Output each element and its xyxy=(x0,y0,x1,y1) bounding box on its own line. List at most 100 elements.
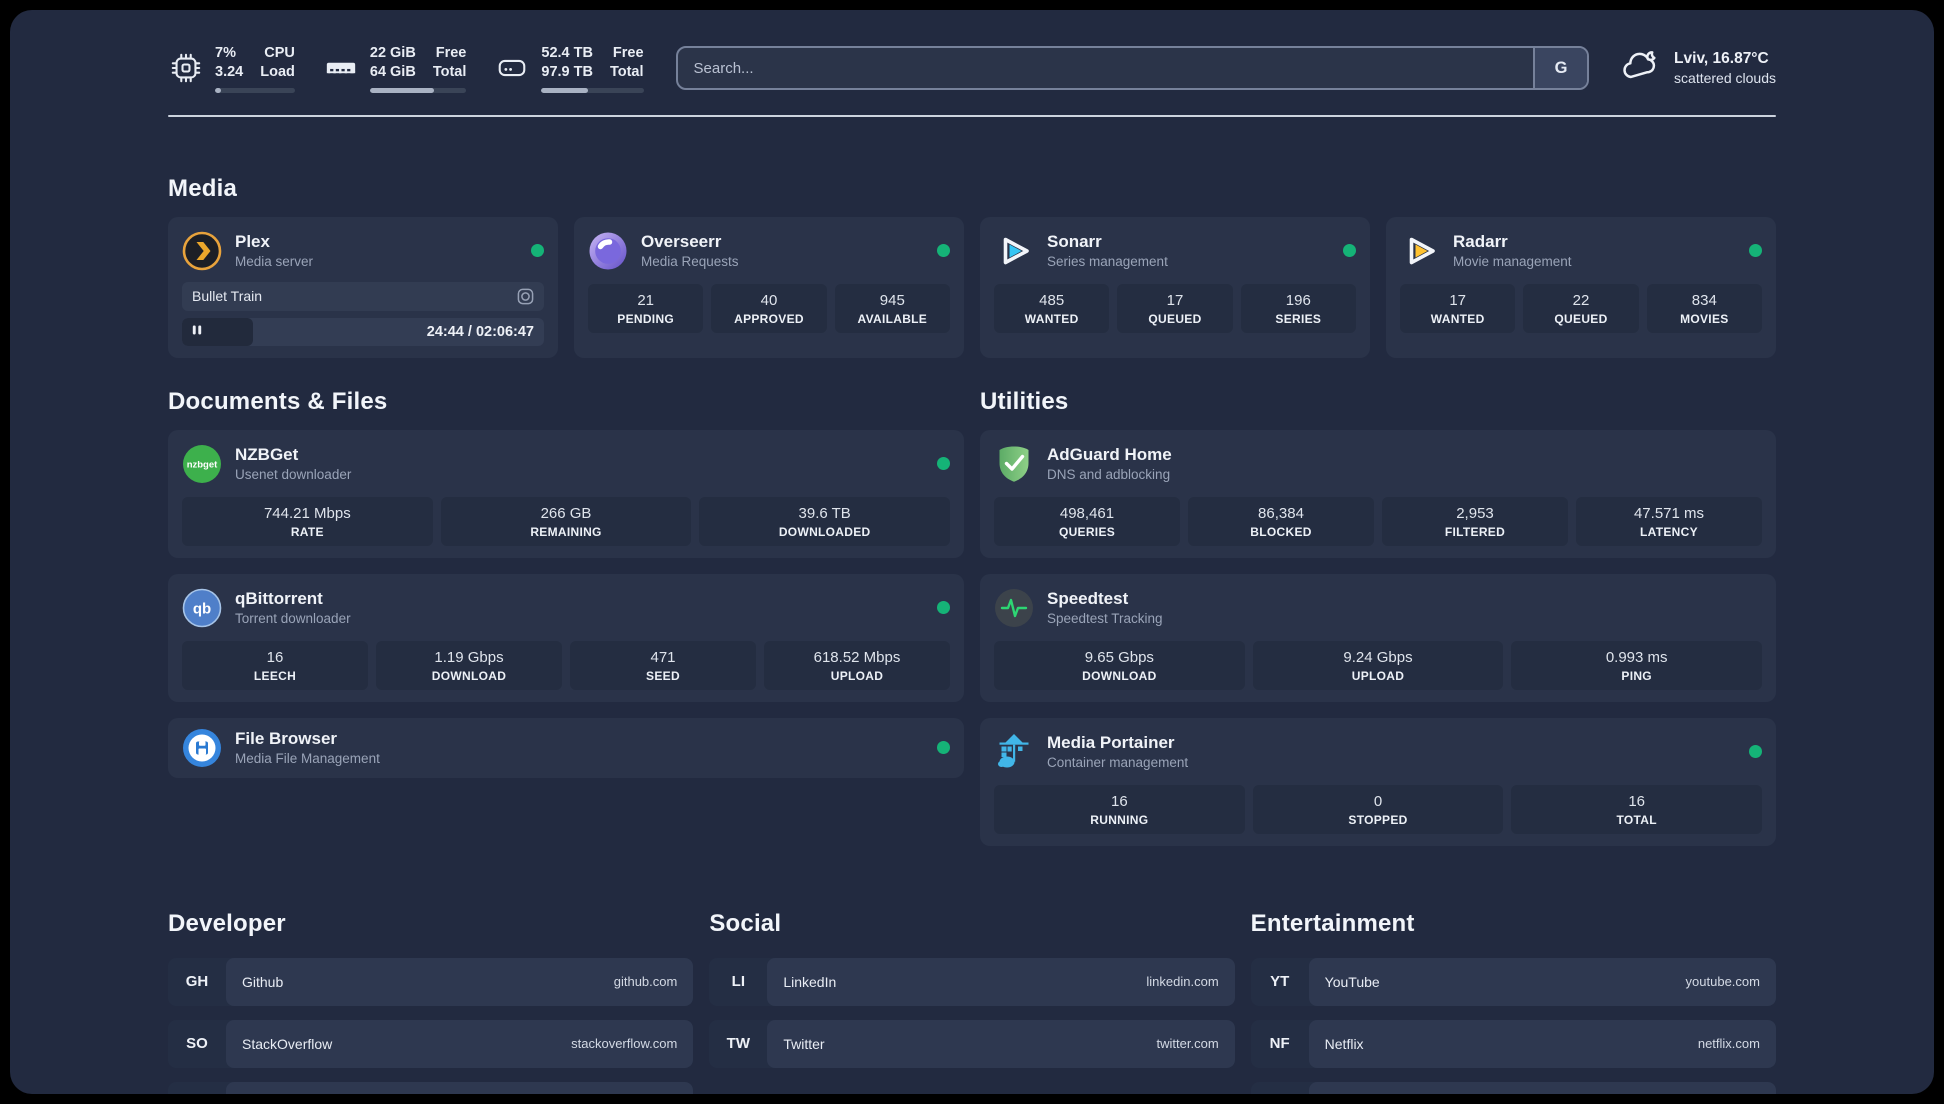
pause-icon[interactable] xyxy=(191,323,203,341)
bookmark-bar: Redditreddit.com xyxy=(1308,1081,1776,1094)
stat-labels: Free Total xyxy=(433,44,467,82)
stat-tile-wanted: 17 WANTED xyxy=(1400,283,1516,333)
bookmark-url: twitter.com xyxy=(1156,1036,1219,1052)
bookmark-bar: YouTube youtube.com xyxy=(1308,957,1776,1006)
stat-tile-remaining: 266 GB REMAINING xyxy=(440,496,692,546)
service-card-overseerr[interactable]: Overseerr Media Requests 21 PENDING 40 APPROV… xyxy=(574,216,964,358)
system-stats: 7% 3.24 CPU Load 22 GiB 64 GiB Free Total 52.4 T… xyxy=(168,44,644,93)
bookmark-linkedin[interactable]: LI LinkedIn linkedin.com xyxy=(709,957,1235,1006)
service-description: Torrent downloader xyxy=(235,611,351,627)
stat-tiles: 16 LEECH 1.19 Gbps DOWNLOAD 471 SEED 618.52 Mb… xyxy=(182,640,950,690)
bookmark-reddit[interactable]: RERedditreddit.com xyxy=(1250,1081,1776,1094)
svg-text:nzbget: nzbget xyxy=(187,459,218,470)
usage-bar-memory xyxy=(369,87,467,93)
service-card-adguard-home[interactable]: AdGuard Home DNS and adblocking 498,461 QUE… xyxy=(980,429,1776,558)
header-divider xyxy=(168,114,1776,117)
bookmark-youtube[interactable]: YT YouTube youtube.com xyxy=(1250,957,1776,1006)
stat-tile-label: SERIES xyxy=(1275,311,1322,326)
bookmark-bar: Github github.com xyxy=(226,957,694,1006)
bookmark-github[interactable]: GH Github github.com xyxy=(168,957,694,1006)
bookmark-abbr: YT xyxy=(1270,973,1290,991)
stat-tile-label: PING xyxy=(1621,668,1652,683)
service-card-speedtest[interactable]: Speedtest Speedtest Tracking 9.65 Gbps DOWN… xyxy=(980,573,1776,702)
bookmark-twitter[interactable]: TW Twitter twitter.com xyxy=(709,1019,1235,1068)
stat-tile-value: 618.52 Mbps xyxy=(813,648,901,666)
service-name: File Browser xyxy=(235,728,338,748)
status-online-dot xyxy=(937,601,950,615)
service-name: qBittorrent xyxy=(235,588,323,608)
service-card-media-portainer[interactable]: Media Portainer Container management 16 RUN… xyxy=(980,717,1776,846)
bookmark-dev[interactable]: DTDEVdev.to xyxy=(168,1081,694,1094)
service-name: NZBGet xyxy=(235,444,299,464)
service-card-nzbget[interactable]: nzbget NZBGet Usenet downloader 744.21 Mbps… xyxy=(168,429,964,558)
card-header: Radarr Movie management xyxy=(1400,229,1762,273)
bookmark-abbr: GH xyxy=(185,973,209,991)
system-stat-memory: 22 GiB 64 GiB Free Total xyxy=(323,44,467,93)
dashboard-content: 7% 3.24 CPU Load 22 GiB 64 GiB Free Total 52.4 T… xyxy=(168,10,1776,1094)
bookmark-abbr: RE xyxy=(1251,1082,1309,1094)
service-card-file-browser[interactable]: File Browser Media File Management xyxy=(168,717,964,778)
service-text: AdGuard Home DNS and adblocking xyxy=(1047,445,1172,483)
stat-tile-label: BLOCKED xyxy=(1250,524,1312,539)
bookmark-url: stackoverflow.com xyxy=(571,1036,678,1052)
stat-rows: 22 GiB 64 GiB Free Total xyxy=(370,44,467,82)
search-input[interactable] xyxy=(677,48,1534,89)
memory-icon xyxy=(323,50,359,86)
stat-tile-download: 1.19 Gbps DOWNLOAD xyxy=(376,640,562,690)
stat-tile-value: 22 xyxy=(1572,291,1590,309)
nzbget-icon: nzbget xyxy=(182,444,222,484)
stat-tile-label: UPLOAD xyxy=(1351,668,1405,683)
bookmark-name: YouTube xyxy=(1324,973,1380,990)
stat-tile-value: 744.21 Mbps xyxy=(263,504,351,522)
adguard-icon xyxy=(994,444,1034,484)
bookmark-url: github.com xyxy=(613,974,678,990)
stat-tile-value: 39.6 TB xyxy=(798,504,851,522)
service-description: DNS and adblocking xyxy=(1047,467,1171,483)
header-bar: 7% 3.24 CPU Load 22 GiB 64 GiB Free Total 52.4 T… xyxy=(168,44,1776,93)
bookmark-abbr: TW xyxy=(726,1035,750,1053)
stat-rows: 7% 3.24 CPU Load xyxy=(215,44,295,82)
bookmark-group-entertainment: Entertainment YT YouTube youtube.com NF Netfl… xyxy=(1250,910,1776,1094)
section-title-media: Media xyxy=(168,174,238,202)
stat-tile-label: DOWNLOADED xyxy=(778,524,871,539)
service-text: Media Portainer Container management xyxy=(1047,733,1188,771)
service-text: Sonarr Series management xyxy=(1047,232,1168,270)
stat-values: 7% 3.24 xyxy=(215,44,243,82)
stat-tile-leech: 16 LEECH xyxy=(182,640,368,690)
bookmark-name: Twitter xyxy=(783,1035,825,1052)
bookmark-abbr: DT xyxy=(168,1082,226,1094)
service-card-radarr[interactable]: Radarr Movie management 17 WANTED 22 QUEUED 83… xyxy=(1386,216,1776,358)
stat-tile-label: LATENCY xyxy=(1640,524,1698,539)
stat-tile-value: 16 xyxy=(266,648,284,666)
playback-progress-bar[interactable]: 24:44 / 02:06:47 xyxy=(182,317,544,346)
stat-tile-label: RATE xyxy=(290,524,324,539)
card-header: Plex Media server xyxy=(182,229,544,273)
stat-body-disk: 52.4 TB 97.9 TB Free Total xyxy=(541,44,644,93)
search-provider-button[interactable]: G xyxy=(1533,48,1588,89)
section-title-social: Social xyxy=(709,909,782,937)
stat-tile-value: 266 GB xyxy=(540,504,592,522)
stat-tile-value: 196 xyxy=(1285,291,1311,309)
stat-tile-value: 945 xyxy=(879,291,905,309)
stat-tile-label: WANTED xyxy=(1430,311,1485,326)
sonarr-icon xyxy=(994,231,1034,271)
system-stat-disk: 52.4 TB 97.9 TB Free Total xyxy=(494,44,644,93)
status-online-dot xyxy=(1749,244,1762,258)
bookmark-netflix[interactable]: NF Netflix netflix.com xyxy=(1250,1019,1776,1068)
stat-tiles: 498,461 QUERIES 86,384 BLOCKED 2,953 FILTERED… xyxy=(994,496,1762,546)
service-card-qbittorrent[interactable]: qb qBittorrent Torrent downloader 16 LEECH 1.… xyxy=(168,573,964,702)
service-card-sonarr[interactable]: Sonarr Series management 485 WANTED 17 QUEUED… xyxy=(980,216,1370,358)
weather-widget: Lviv, 16.87°C scattered clouds xyxy=(1619,48,1776,89)
weather-location-temp: Lviv, 16.87°C xyxy=(1674,50,1769,68)
service-text: Radarr Movie management xyxy=(1453,232,1572,270)
service-card-plex[interactable]: Plex Media server Bullet Train 24:44 / 02:0… xyxy=(168,216,558,358)
stat-tile-stopped: 0 STOPPED xyxy=(1252,784,1504,834)
stat-tile-value: 47.571 ms xyxy=(1633,504,1705,522)
stat-tile-label: QUEUED xyxy=(1148,311,1202,326)
stat-tile-queued: 17 QUEUED xyxy=(1117,283,1233,333)
stat-body-memory: 22 GiB 64 GiB Free Total xyxy=(369,44,467,93)
stat-value-top: 7% xyxy=(215,45,236,61)
bookmark-stackoverflow[interactable]: SO StackOverflow stackoverflow.com xyxy=(168,1019,694,1068)
usage-bar-cpu xyxy=(215,87,295,93)
service-text: Plex Media server xyxy=(235,232,313,270)
